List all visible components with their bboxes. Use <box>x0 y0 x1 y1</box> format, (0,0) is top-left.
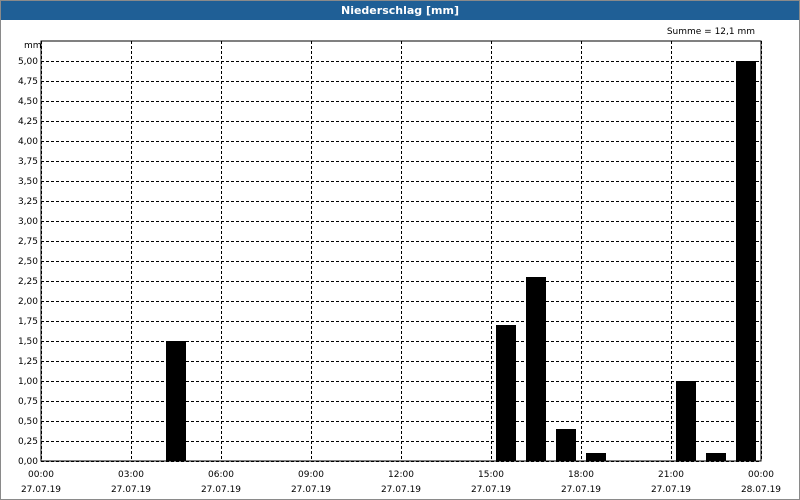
y-tick-label: 1,50 <box>18 337 38 347</box>
y-tick-label: 5,00 <box>18 57 38 67</box>
x-tick-time-label: 00:00 <box>28 470 54 480</box>
x-tick-date-label: 27.07.19 <box>111 485 151 495</box>
x-tick-time-label: 21:00 <box>658 470 684 480</box>
y-tick-label: 3,75 <box>18 157 38 167</box>
x-tick-date-label: 27.07.19 <box>291 485 331 495</box>
y-tick-label: 1,00 <box>18 377 38 387</box>
bar-5 <box>676 381 696 461</box>
y-tick-label: 4,25 <box>18 117 38 127</box>
x-tick-labels: 00:00 27.07.19 03:00 27.07.19 06:00 27.07.19 0… <box>21 470 781 495</box>
bar-4 <box>586 453 606 461</box>
x-tick-time-label: 06:00 <box>208 470 234 480</box>
y-tick-label: 0,25 <box>18 437 38 447</box>
y-tick-label: 2,75 <box>18 237 38 247</box>
y-tick-label: 2,00 <box>18 297 38 307</box>
grid-lines <box>41 41 762 462</box>
y-tick-labels: 0,00 0,25 0,50 0,75 1,00 1,25 1,50 1,75 2,00 2,25… <box>18 57 38 467</box>
sum-annotation: Summe = 12,1 mm <box>667 27 755 37</box>
bar-2 <box>526 277 546 461</box>
x-tick-date-label: 28.07.19 <box>741 485 781 495</box>
x-tick-date-label: 27.07.19 <box>471 485 511 495</box>
y-tick-label: 3,00 <box>18 217 38 227</box>
y-axis-unit-label: mm <box>24 41 42 51</box>
y-tick-label: 0,50 <box>18 417 38 427</box>
x-tick-date-label: 27.07.19 <box>201 485 241 495</box>
bar-7 <box>736 61 756 461</box>
x-tick-time-label: 12:00 <box>388 470 414 480</box>
x-tick-date-label: 27.07.19 <box>21 485 61 495</box>
x-tick-time-label: 18:00 <box>568 470 594 480</box>
x-tick-time-label: 09:00 <box>298 470 324 480</box>
y-tick-label: 4,00 <box>18 137 38 147</box>
x-tick-time-label: 15:00 <box>478 470 504 480</box>
precipitation-chart: mm Summe = 12,1 mm 0,00 0,25 0,50 0,75 1,00 1… <box>18 27 781 495</box>
y-tick-label: 1,25 <box>18 357 38 367</box>
y-tick-label: 2,50 <box>18 257 38 267</box>
y-tick-label: 2,25 <box>18 277 38 287</box>
y-tick-label: 3,25 <box>18 197 38 207</box>
x-tick-time-label: 03:00 <box>118 470 144 480</box>
y-tick-label: 1,75 <box>18 317 38 327</box>
bar-3 <box>556 429 576 461</box>
y-tick-label: 4,75 <box>18 77 38 87</box>
x-tick-date-label: 27.07.19 <box>561 485 601 495</box>
x-tick-date-label: 27.07.19 <box>381 485 421 495</box>
bar-1 <box>496 325 516 461</box>
bar-0 <box>166 341 186 461</box>
bar-6 <box>706 453 726 461</box>
y-tick-label: 4,50 <box>18 97 38 107</box>
x-tick-date-label: 27.07.19 <box>651 485 691 495</box>
x-tick-time-label: 00:00 <box>748 470 774 480</box>
y-tick-label: 3,50 <box>18 177 38 187</box>
y-tick-label: 0,00 <box>18 457 38 467</box>
y-tick-label: 0,75 <box>18 397 38 407</box>
